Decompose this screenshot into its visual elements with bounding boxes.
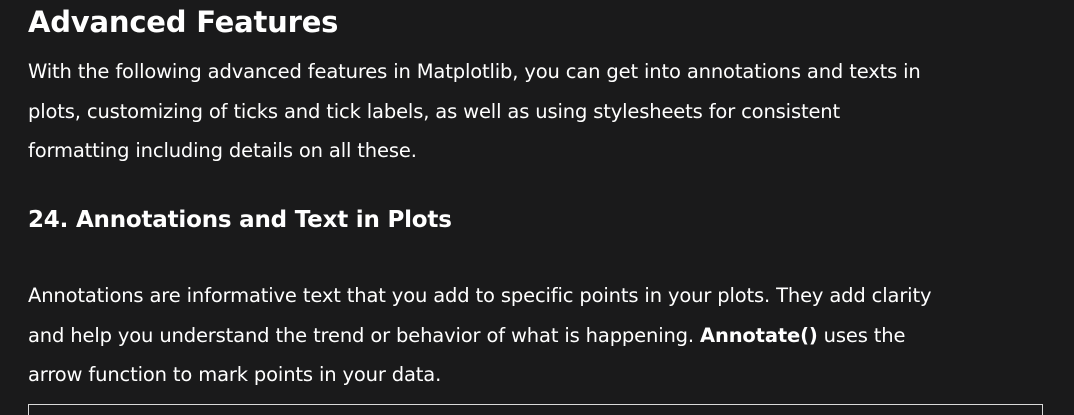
body-line-2-tail: uses the bbox=[817, 323, 906, 347]
article-page: Advanced Features With the following adv… bbox=[0, 0, 1074, 415]
body-line-3: arrow function to mark points in your da… bbox=[28, 363, 442, 386]
body-paragraph: Annotations are informative text that yo… bbox=[28, 276, 931, 395]
intro-line-3: formatting including details on all thes… bbox=[28, 139, 417, 162]
intro-line-1: With the following advanced features in … bbox=[28, 60, 921, 83]
body-line-1: Annotations are informative text that yo… bbox=[28, 284, 932, 307]
intro-paragraph: With the following advanced features in … bbox=[28, 52, 921, 171]
code-block bbox=[28, 404, 1043, 415]
subsection-heading: 24. Annotations and Text in Plots bbox=[28, 207, 452, 233]
section-heading: Advanced Features bbox=[28, 5, 339, 39]
intro-line-2: plots, customizing of ticks and tick lab… bbox=[28, 99, 840, 123]
annotate-function-name: Annotate() bbox=[700, 323, 818, 347]
body-line-2: and help you understand the trend or beh… bbox=[28, 316, 931, 356]
body-line-2-text: and help you understand the trend or beh… bbox=[28, 323, 701, 347]
